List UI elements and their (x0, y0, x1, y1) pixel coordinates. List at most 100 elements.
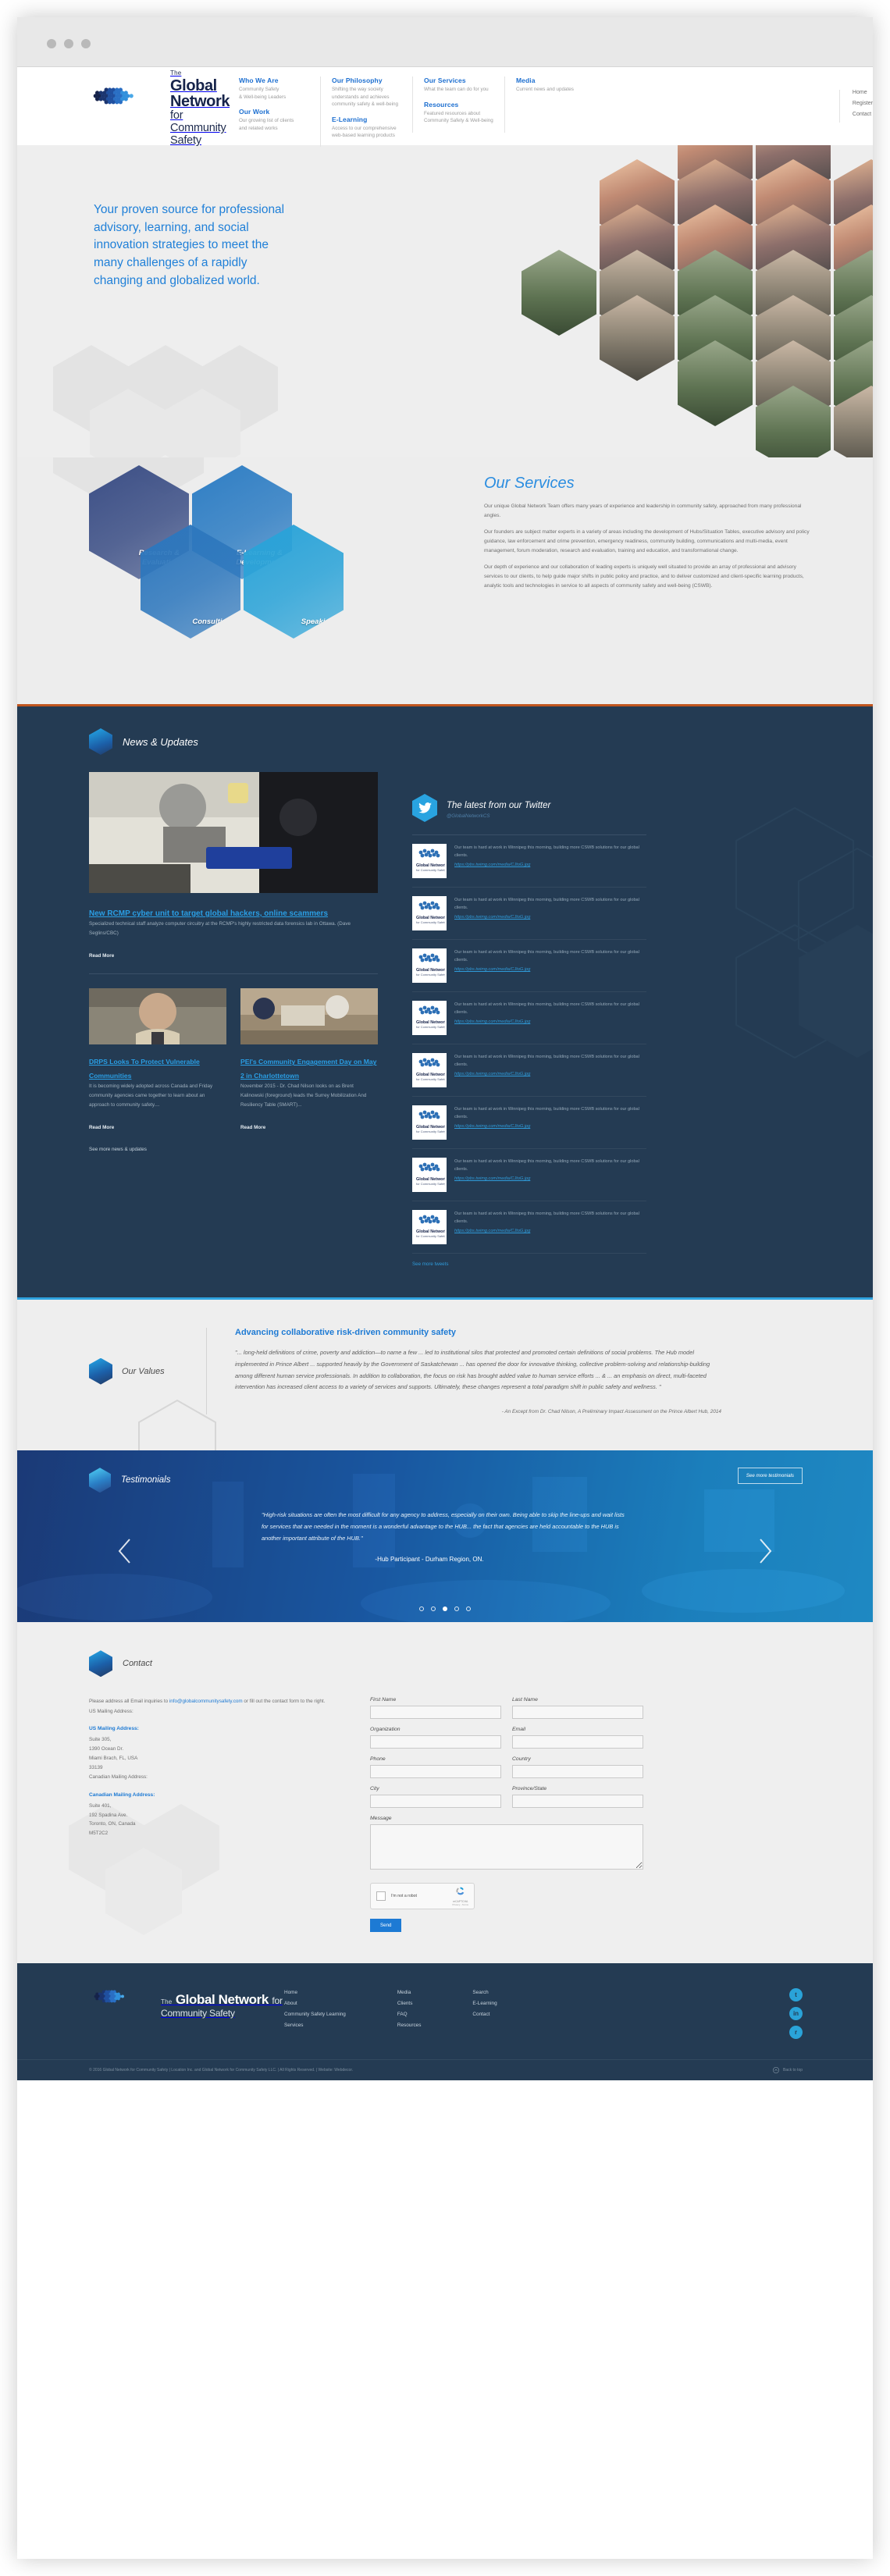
tweet-item[interactable]: Global Network for Community Safety Our te… (412, 1201, 646, 1254)
nav-item-title: Who We Are (239, 76, 279, 85)
tweet-item[interactable]: Global Network for Community Safety Our te… (412, 1044, 646, 1097)
nav-column: Who We Are Community Safety & Well-being … (228, 76, 320, 139)
tweet-avatar: Global Network for Community Safety (412, 1158, 447, 1192)
contact-email-link[interactable]: info@globalcommunitysafety.com (169, 1699, 243, 1704)
tweet-item[interactable]: Global Network for Community Safety Our te… (412, 1149, 646, 1201)
tweet-link[interactable]: https://pbs.twimg.com/media/CJtoG.jpg (454, 966, 646, 973)
footer-link-column: Search E-Learning Contact (472, 1990, 497, 2033)
window-maximize-dot[interactable] (81, 39, 91, 48)
tweet-body: Our team is hard at work in Winnipeg thi… (454, 1053, 646, 1087)
footer-link-search[interactable]: Search (472, 1990, 497, 1995)
nav-item-desc: What the team can do for you (424, 87, 489, 93)
nav-item-resources[interactable]: Resources Featured resources about Commun… (424, 101, 493, 125)
footer-logo[interactable]: The Global Network for Community Safety (89, 1985, 284, 2027)
values-attribution: - An Except from Dr. Chad Nilson, A Prel… (501, 1409, 721, 1415)
tweet-body: Our team is hard at work in Winnipeg thi… (454, 1001, 646, 1035)
news-item-read-more[interactable]: Read More (240, 1125, 265, 1130)
news-feature-read-more[interactable]: Read More (89, 953, 114, 959)
twitter-see-more-link[interactable]: See more tweets (412, 1261, 448, 1267)
tweet-item[interactable]: Global Network for Community Safety Our te… (412, 888, 646, 940)
recaptcha-widget[interactable]: I'm not a robot reCAPTCHA Privacy - Term… (370, 1883, 475, 1910)
tweet-item[interactable]: Global Network for Community Safety Our te… (412, 1097, 646, 1149)
city-field[interactable] (370, 1795, 501, 1809)
tweet-link[interactable]: https://pbs.twimg.com/media/CJtoG.jpg (454, 1070, 646, 1078)
news-feature-image[interactable] (89, 772, 378, 893)
tweet-link[interactable]: https://pbs.twimg.com/media/CJtoG.jpg (454, 1227, 646, 1235)
news-item-image[interactable] (240, 988, 378, 1045)
news-item-headline[interactable]: DRPS Looks To Protect Vulnerable Communi… (89, 1058, 200, 1080)
rss-icon[interactable]: r (789, 2026, 803, 2040)
footer-link-contact[interactable]: Contact (472, 2012, 497, 2017)
testimonial-dot[interactable] (419, 1606, 424, 1612)
first-name-field[interactable] (370, 1706, 501, 1720)
testimonial-dot[interactable] (466, 1606, 471, 1612)
site-logo[interactable]: The Global Network for Community Safety (17, 66, 230, 148)
twitter-icon[interactable]: t (789, 1988, 803, 2002)
linkedin-icon[interactable]: in (789, 2007, 803, 2021)
nav-link-home[interactable]: Home (853, 90, 873, 95)
nav-item-our-services[interactable]: Our Services What the team can do for you (424, 76, 493, 93)
tweet-link[interactable]: https://pbs.twimg.com/media/CJtoG.jpg (454, 1175, 646, 1183)
nav-link-register[interactable]: Register (853, 101, 873, 106)
footer-link-about[interactable]: About (284, 2001, 346, 2006)
footer-link-faq[interactable]: FAQ (397, 2012, 422, 2017)
window-close-dot[interactable] (47, 39, 56, 48)
tweet-item[interactable]: Global Network for Community Safety Our te… (412, 940, 646, 992)
city-label: City (370, 1786, 379, 1792)
nav-item-our-philosophy[interactable]: Our Philosophy Shifting the way society u… (332, 76, 401, 108)
news-section-header: News & Updates (17, 706, 873, 772)
nav-link-contact[interactable]: Contact (853, 112, 873, 117)
tweet-body: Our team is hard at work in Winnipeg thi… (454, 844, 646, 878)
nav-item-who-we-are[interactable]: Who We Are Community Safety & Well-being … (239, 76, 309, 101)
footer-link-resources[interactable]: Resources (397, 2023, 422, 2028)
phone-field[interactable] (370, 1765, 501, 1779)
news-item-excerpt: It is becoming widely adopted across Can… (89, 1083, 213, 1108)
nav-item-e-learning[interactable]: E-Learning Access to our comprehensive we… (332, 116, 401, 140)
see-more-testimonials-button[interactable]: See more testimonials (737, 1468, 803, 1485)
testimonial-dot[interactable] (431, 1606, 436, 1612)
tweet-item[interactable]: Global Network for Community Safety Our te… (412, 835, 646, 888)
tweet-link[interactable]: https://pbs.twimg.com/media/CJtoG.jpg (454, 913, 646, 921)
tweet-body: Our team is hard at work in Winnipeg thi… (454, 896, 646, 930)
footer-link-e-learning[interactable]: E-Learning (472, 2001, 497, 2006)
tweet-link[interactable]: https://pbs.twimg.com/media/CJtoG.jpg (454, 861, 646, 869)
back-to-top[interactable]: Back to top (772, 2067, 803, 2074)
svg-text:for Community Safety: for Community Safety (416, 1077, 445, 1081)
footer-link-services[interactable]: Services (284, 2023, 346, 2028)
testimonial-dot[interactable] (454, 1606, 459, 1612)
svg-text:for Community Safety: for Community Safety (416, 1182, 445, 1186)
hexagon-bullet-icon (89, 1357, 112, 1385)
nav-item-media[interactable]: Media Current news and updates (516, 76, 586, 93)
testimonial-pagination-dots[interactable] (17, 1606, 873, 1612)
news-item-excerpt: November 2015 - Dr. Chad Nilson looks on… (240, 1083, 367, 1108)
province-field[interactable] (512, 1795, 643, 1809)
news-feature-headline[interactable]: New RCMP cyber unit to target global hac… (89, 909, 328, 918)
tweet-link[interactable]: https://pbs.twimg.com/media/CJtoG.jpg (454, 1018, 646, 1026)
footer-link-column: Media Clients FAQ Resources (397, 1990, 422, 2033)
see-more-news-link[interactable]: See more news & updates (89, 1147, 147, 1152)
footer-link-clients[interactable]: Clients (397, 2001, 422, 2006)
organization-field[interactable] (370, 1735, 501, 1749)
us-address-heading: US Mailing Address: (89, 1725, 139, 1731)
hero-section: Your proven source for professional advi… (17, 145, 873, 457)
recaptcha-checkbox[interactable] (376, 1891, 386, 1902)
tweet-link[interactable]: https://pbs.twimg.com/media/CJtoG.jpg (454, 1123, 646, 1130)
tweet-text: Our team is hard at work in Winnipeg thi… (454, 1159, 639, 1172)
news-item-read-more[interactable]: Read More (89, 1125, 114, 1130)
news-item-headline[interactable]: PEI's Community Engagement Day on May 2 … (240, 1058, 376, 1080)
window-minimize-dot[interactable] (64, 39, 73, 48)
testimonial-dot[interactable] (443, 1606, 447, 1612)
email-field[interactable] (512, 1735, 643, 1749)
footer-link-home[interactable]: Home (284, 1990, 346, 1995)
last-name-field[interactable] (512, 1706, 643, 1720)
nav-item-our-work[interactable]: Our Work Our growing list of clients and … (239, 108, 309, 132)
news-item-image[interactable] (89, 988, 226, 1045)
footer-link-community-safety-learning[interactable]: Community Safety Learning (284, 2012, 346, 2017)
message-field[interactable] (370, 1824, 643, 1870)
nav-item-title: Our Services (424, 76, 466, 85)
country-field[interactable] (512, 1765, 643, 1779)
footer-link-media[interactable]: Media (397, 1990, 422, 1995)
tweet-item[interactable]: Global Network for Community Safety Our te… (412, 992, 646, 1044)
send-button[interactable]: Send (370, 1919, 402, 1933)
secondary-nav: Home Register Contact (838, 90, 873, 123)
